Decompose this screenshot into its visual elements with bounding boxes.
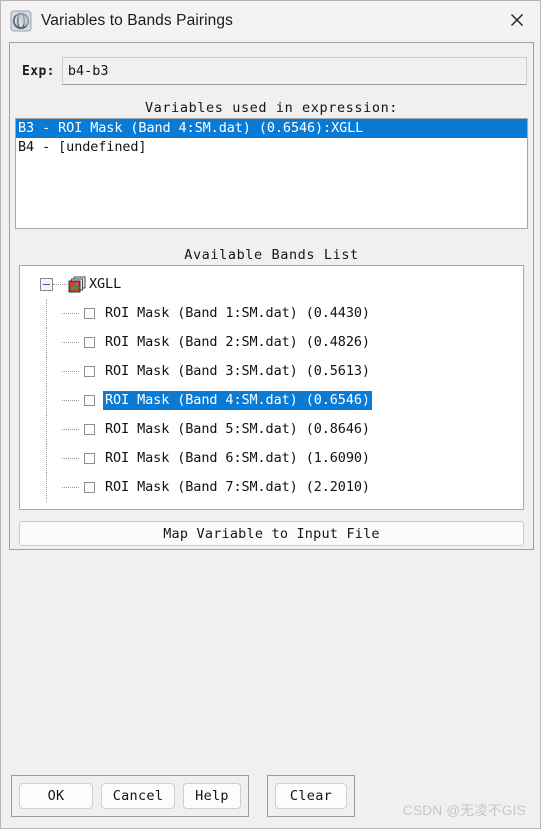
tree-leaf-band[interactable]: ROI Mask (Band 7:SM.dat) (2.2010) [20, 473, 523, 502]
tree-node-label: Map Info [86, 507, 154, 509]
tree-leaf-band[interactable]: ROI Mask (Band 2:SM.dat) (0.4826) [20, 328, 523, 357]
tree-connector [62, 486, 79, 489]
primary-button-group: OK Cancel Help [11, 775, 249, 817]
tree-leaf-band[interactable]: ROI Mask (Band 5:SM.dat) (0.8646) [20, 415, 523, 444]
tree-connector [46, 328, 48, 357]
tree-connector [62, 457, 79, 460]
tree-connector [62, 312, 79, 315]
variables-to-bands-pairings-dialog: Variables to Bands Pairings Exp: b4-b3 V… [0, 0, 541, 829]
cancel-button[interactable]: Cancel [101, 783, 175, 809]
tree-leaf-label: ROI Mask (Band 2:SM.dat) (0.4826) [105, 334, 370, 350]
tree-node-xgll[interactable]: XGLL [20, 270, 523, 299]
help-button[interactable]: Help [183, 783, 241, 809]
expression-field[interactable]: b4-b3 [61, 57, 527, 85]
tree-connector [62, 399, 79, 402]
ok-button[interactable]: OK [19, 783, 93, 809]
main-panel: Exp: b4-b3 Variables used in expression:… [9, 42, 534, 550]
tree-connector [46, 444, 48, 473]
band-checkbox[interactable] [84, 366, 95, 377]
tree-leaf-label: ROI Mask (Band 4:SM.dat) (0.6546) [103, 391, 372, 410]
tree-connector [46, 473, 48, 502]
globe-icon [68, 508, 86, 509]
tree-connector [53, 283, 67, 286]
variable-list-item[interactable]: B4 - [undefined] [16, 138, 527, 157]
variable-list-item[interactable]: B3 - ROI Mask (Band 4:SM.dat) (0.6546):X… [16, 119, 527, 138]
band-checkbox[interactable] [84, 482, 95, 493]
tree-connector [46, 299, 48, 328]
layer-stack-icon [67, 276, 87, 294]
tree-connector [62, 341, 79, 344]
variables-listbox[interactable]: B3 - ROI Mask (Band 4:SM.dat) (0.6546):X… [15, 118, 528, 229]
expression-label: Exp: [22, 63, 55, 79]
tree-connector [62, 428, 79, 431]
map-variable-to-input-file-button[interactable]: Map Variable to Input File [19, 521, 524, 546]
available-bands-title: Available Bands List [184, 247, 359, 263]
tree-connector [46, 386, 48, 415]
tree-connector [62, 370, 79, 373]
tree-connector [46, 357, 48, 386]
envi-globe-icon [10, 10, 32, 32]
available-bands-tree[interactable]: XGLL ROI Mask (Band 1:SM.dat) (0.4430) R… [19, 265, 524, 510]
close-icon [511, 14, 523, 26]
title-bar: Variables to Bands Pairings [1, 1, 540, 41]
tree-leaf-band[interactable]: ROI Mask (Band 6:SM.dat) (1.6090) [20, 444, 523, 473]
tree-connector [46, 415, 48, 444]
tree-leaf-band[interactable]: ROI Mask (Band 1:SM.dat) (0.4430) [20, 299, 523, 328]
tree-leaf-band[interactable]: ROI Mask (Band 4:SM.dat) (0.6546) [20, 386, 523, 415]
close-button[interactable] [494, 1, 540, 39]
expression-row: Exp: b4-b3 [16, 56, 527, 86]
watermark: CSDN @无凌不GIS [402, 803, 526, 818]
collapse-toggle-icon[interactable] [40, 278, 53, 291]
tree-leaf-label: ROI Mask (Band 3:SM.dat) (0.5613) [105, 363, 370, 379]
band-checkbox[interactable] [84, 453, 95, 464]
band-checkbox[interactable] [84, 308, 95, 319]
band-checkbox[interactable] [84, 395, 95, 406]
tree-leaf-band[interactable]: ROI Mask (Band 3:SM.dat) (0.5613) [20, 357, 523, 386]
clear-button[interactable]: Clear [275, 783, 347, 809]
tree-node-map-info[interactable]: Map Info [20, 502, 523, 509]
clear-button-group: Clear [267, 775, 355, 817]
band-checkbox[interactable] [84, 337, 95, 348]
tree-node-label: XGLL [89, 276, 122, 292]
window-title: Variables to Bands Pairings [41, 11, 233, 29]
tree-leaf-label: ROI Mask (Band 1:SM.dat) (0.4430) [105, 305, 370, 321]
tree-leaf-label: ROI Mask (Band 5:SM.dat) (0.8646) [105, 421, 370, 437]
band-checkbox[interactable] [84, 424, 95, 435]
expression-value: b4-b3 [67, 63, 109, 79]
variables-section-title: Variables used in expression: [144, 100, 399, 116]
tree-leaf-label: ROI Mask (Band 7:SM.dat) (2.2010) [105, 479, 370, 495]
tree-leaf-label: ROI Mask (Band 6:SM.dat) (1.6090) [105, 450, 370, 466]
